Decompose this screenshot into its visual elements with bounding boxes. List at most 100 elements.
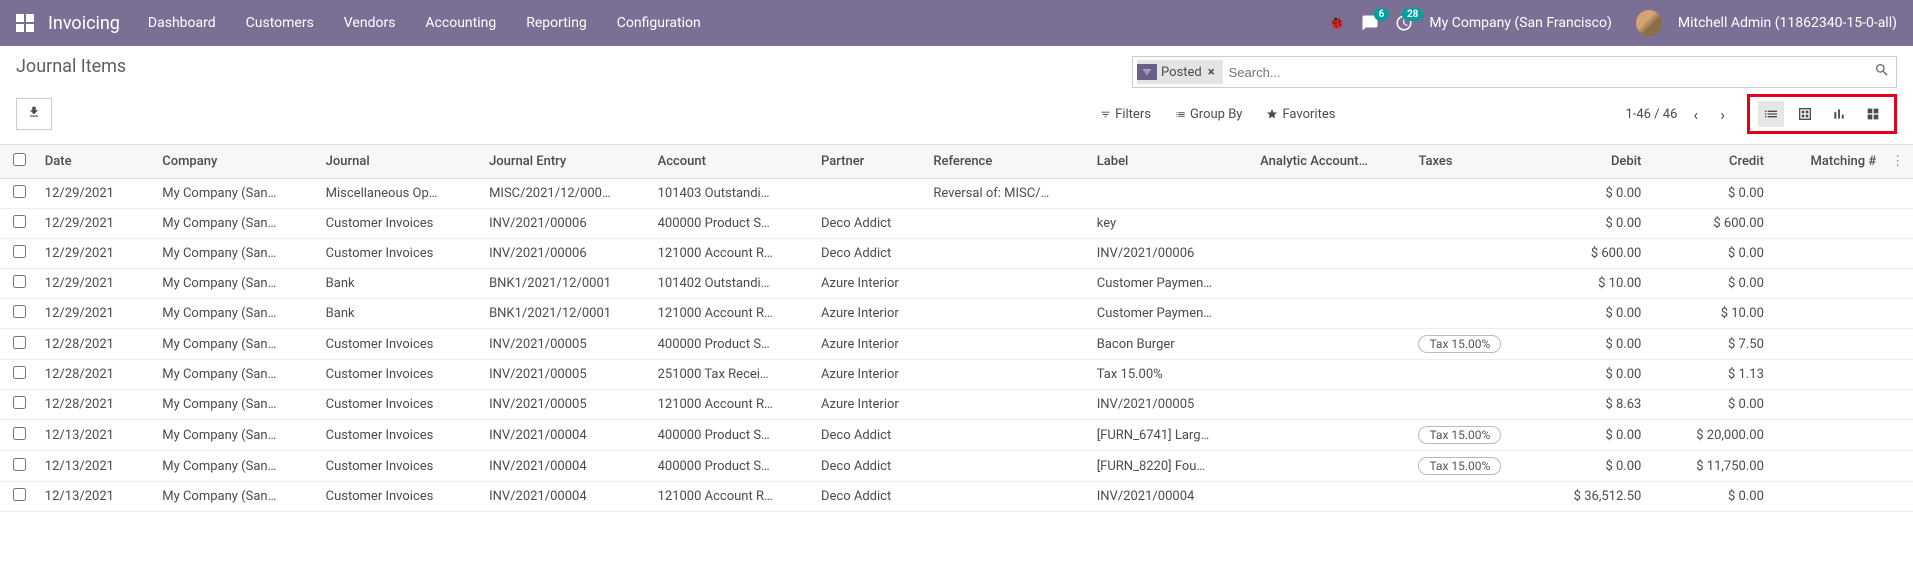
- col-analytic[interactable]: Analytic Account…: [1254, 145, 1412, 179]
- cell-partner: Azure Interior: [815, 390, 927, 420]
- col-date[interactable]: Date: [39, 145, 156, 179]
- menu-reporting[interactable]: Reporting: [526, 15, 587, 31]
- search-bar[interactable]: Posted ×: [1132, 56, 1897, 88]
- kanban-icon: [1865, 106, 1881, 122]
- row-options: [1882, 209, 1913, 239]
- table-row[interactable]: 12/13/2021 My Company (San… Customer Inv…: [0, 451, 1913, 482]
- col-credit[interactable]: Credit: [1647, 145, 1770, 179]
- cell-taxes: [1412, 209, 1524, 239]
- row-options: [1882, 299, 1913, 329]
- cell-company: My Company (San…: [156, 329, 319, 360]
- row-checkbox[interactable]: [13, 488, 26, 501]
- search-input[interactable]: [1223, 65, 1874, 80]
- user-menu[interactable]: Mitchell Admin (11862340-15-0-all): [1678, 15, 1897, 31]
- filters-button[interactable]: Filters: [1100, 107, 1151, 122]
- menu-dashboard[interactable]: Dashboard: [148, 15, 216, 31]
- cell-taxes: [1412, 179, 1524, 209]
- export-button[interactable]: [16, 98, 52, 130]
- groupby-button[interactable]: Group By: [1175, 107, 1243, 122]
- cell-matching: [1770, 239, 1882, 269]
- cell-label: Customer Paymen…: [1091, 269, 1254, 299]
- row-options: [1882, 269, 1913, 299]
- table-row[interactable]: 12/29/2021 My Company (San… Customer Inv…: [0, 209, 1913, 239]
- row-checkbox[interactable]: [13, 245, 26, 258]
- view-kanban-button[interactable]: [1860, 101, 1886, 127]
- cell-account: 121000 Account R…: [652, 239, 815, 269]
- close-icon[interactable]: ×: [1202, 65, 1221, 80]
- menu-configuration[interactable]: Configuration: [617, 15, 701, 31]
- apps-icon[interactable]: [16, 14, 34, 32]
- table-row[interactable]: 12/29/2021 My Company (San… Bank BNK1/20…: [0, 299, 1913, 329]
- cell-account: 121000 Account R…: [652, 299, 815, 329]
- cell-credit: $ 0.00: [1647, 269, 1770, 299]
- col-company[interactable]: Company: [156, 145, 319, 179]
- row-checkbox[interactable]: [13, 336, 26, 349]
- company-selector[interactable]: My Company (San Francisco): [1429, 15, 1611, 31]
- cell-account: 121000 Account R…: [652, 482, 815, 512]
- row-checkbox[interactable]: [13, 215, 26, 228]
- graph-icon: [1831, 106, 1847, 122]
- tax-pill: Tax 15.00%: [1418, 426, 1501, 444]
- view-pivot-button[interactable]: [1792, 101, 1818, 127]
- col-label[interactable]: Label: [1091, 145, 1254, 179]
- select-all-checkbox[interactable]: [13, 153, 26, 166]
- table-row[interactable]: 12/28/2021 My Company (San… Customer Inv…: [0, 360, 1913, 390]
- cell-taxes: [1412, 482, 1524, 512]
- cell-matching: [1770, 269, 1882, 299]
- cell-entry: INV/2021/00004: [483, 420, 652, 451]
- table-row[interactable]: 12/29/2021 My Company (San… Bank BNK1/20…: [0, 269, 1913, 299]
- cell-analytic: [1254, 269, 1412, 299]
- row-options: [1882, 390, 1913, 420]
- bug-icon[interactable]: 🐞: [1328, 15, 1345, 31]
- menu-customers[interactable]: Customers: [246, 15, 314, 31]
- tax-pill: Tax 15.00%: [1418, 335, 1501, 353]
- pager-range[interactable]: 1-46 / 46: [1625, 107, 1677, 122]
- row-checkbox[interactable]: [13, 396, 26, 409]
- favorites-label: Favorites: [1282, 107, 1335, 122]
- favorites-button[interactable]: Favorites: [1266, 107, 1335, 122]
- cell-matching: [1770, 451, 1882, 482]
- view-graph-button[interactable]: [1826, 101, 1852, 127]
- menu-vendors[interactable]: Vendors: [344, 15, 396, 31]
- pager-prev[interactable]: ‹: [1687, 101, 1704, 128]
- row-checkbox[interactable]: [13, 366, 26, 379]
- cell-reference: [927, 209, 1090, 239]
- table-row[interactable]: 12/29/2021 My Company (San… Miscellaneou…: [0, 179, 1913, 209]
- avatar[interactable]: [1636, 10, 1662, 36]
- view-list-button[interactable]: [1758, 101, 1784, 127]
- col-taxes[interactable]: Taxes: [1412, 145, 1524, 179]
- col-debit[interactable]: Debit: [1525, 145, 1648, 179]
- col-options[interactable]: ⋮: [1882, 145, 1913, 179]
- search-icon[interactable]: [1874, 62, 1890, 82]
- table-row[interactable]: 12/13/2021 My Company (San… Customer Inv…: [0, 420, 1913, 451]
- cell-reference: Reversal of: MISC/…: [927, 179, 1090, 209]
- app-brand[interactable]: Invoicing: [48, 13, 120, 34]
- messages-icon[interactable]: 6: [1361, 14, 1379, 32]
- col-journal[interactable]: Journal: [320, 145, 483, 179]
- col-partner[interactable]: Partner: [815, 145, 927, 179]
- col-account[interactable]: Account: [652, 145, 815, 179]
- table-row[interactable]: 12/29/2021 My Company (San… Customer Inv…: [0, 239, 1913, 269]
- cell-taxes: Tax 15.00%: [1412, 451, 1524, 482]
- cell-debit: $ 0.00: [1525, 451, 1648, 482]
- menu-accounting[interactable]: Accounting: [425, 15, 496, 31]
- activities-icon[interactable]: 28: [1395, 14, 1413, 32]
- pager-next[interactable]: ›: [1714, 101, 1731, 128]
- row-checkbox[interactable]: [13, 275, 26, 288]
- table-row[interactable]: 12/13/2021 My Company (San… Customer Inv…: [0, 482, 1913, 512]
- row-checkbox[interactable]: [13, 458, 26, 471]
- col-entry[interactable]: Journal Entry: [483, 145, 652, 179]
- row-checkbox[interactable]: [13, 427, 26, 440]
- table-row[interactable]: 12/28/2021 My Company (San… Customer Inv…: [0, 329, 1913, 360]
- cell-partner: Deco Addict: [815, 451, 927, 482]
- filter-chip-posted[interactable]: Posted ×: [1137, 60, 1223, 84]
- cell-debit: $ 36,512.50: [1525, 482, 1648, 512]
- row-checkbox[interactable]: [13, 305, 26, 318]
- col-matching[interactable]: Matching #: [1770, 145, 1882, 179]
- funnel-icon: [1137, 64, 1157, 80]
- row-checkbox[interactable]: [13, 185, 26, 198]
- cell-analytic: [1254, 209, 1412, 239]
- col-reference[interactable]: Reference: [927, 145, 1090, 179]
- table-row[interactable]: 12/28/2021 My Company (San… Customer Inv…: [0, 390, 1913, 420]
- cell-label: Tax 15.00%: [1091, 360, 1254, 390]
